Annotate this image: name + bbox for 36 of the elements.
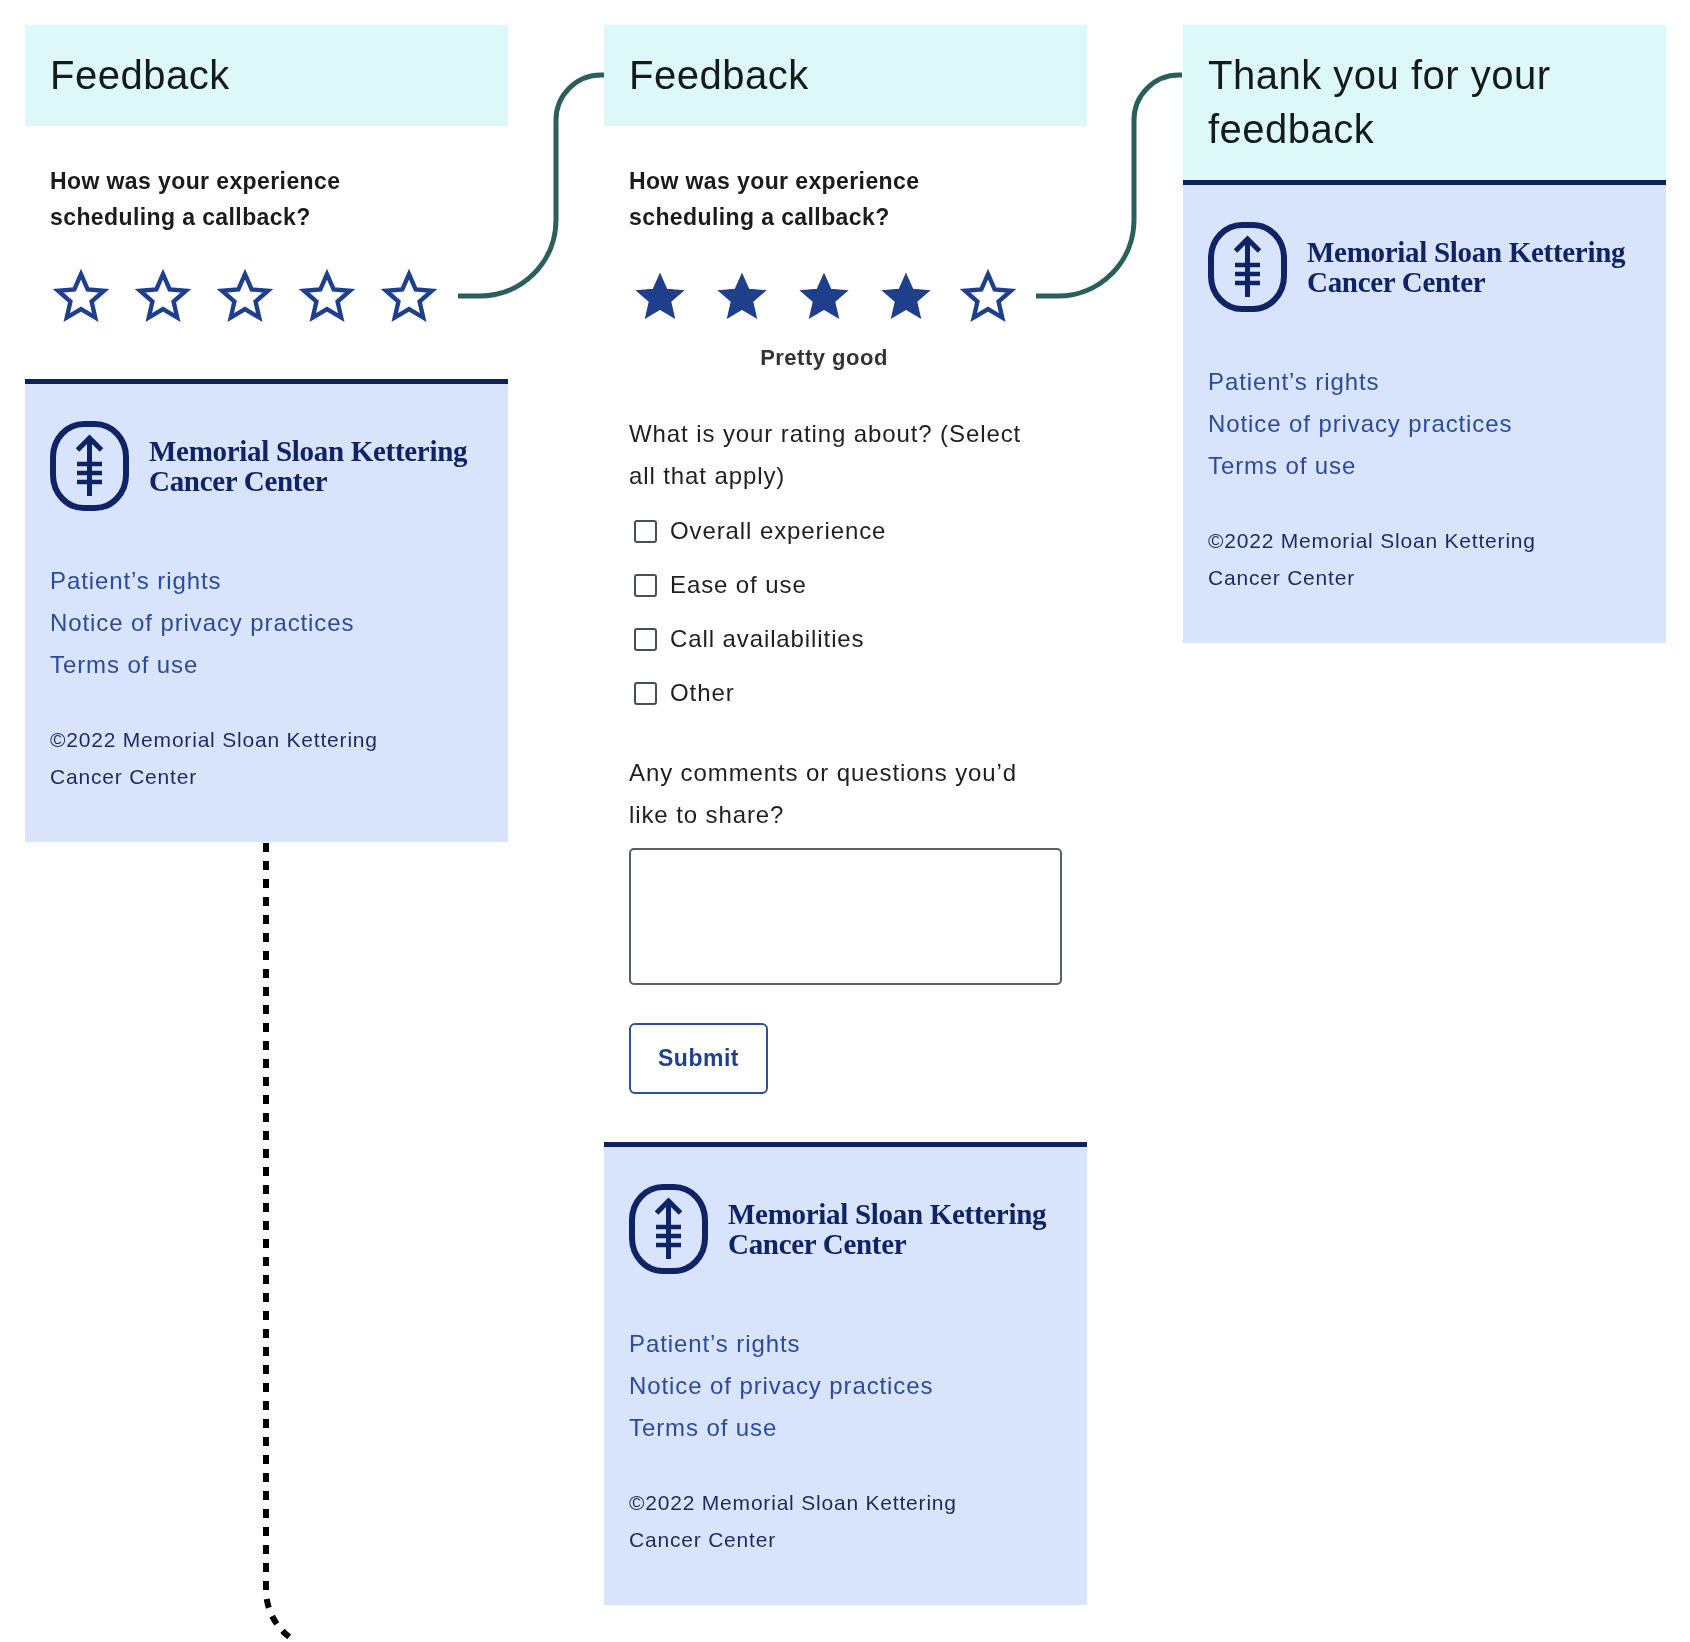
page-title: Feedback xyxy=(629,52,810,99)
footer-link[interactable]: Terms of use xyxy=(629,1407,778,1449)
checkbox[interactable] xyxy=(634,519,657,543)
footer-link[interactable]: Notice of privacy practices xyxy=(629,1365,934,1407)
question-text: How was your experience scheduling a callback? xyxy=(50,167,342,232)
logo-wordmark: Memorial Sloan Kettering Cancer Center xyxy=(728,1199,1048,1259)
checkbox[interactable] xyxy=(634,573,657,597)
question-text: How was your experience scheduling a callback? xyxy=(629,167,921,232)
submit-button[interactable]: Submit xyxy=(629,1023,768,1094)
checkbox[interactable] xyxy=(634,681,657,705)
logo-icon xyxy=(629,1184,708,1274)
rating-caption: Pretty good xyxy=(760,344,888,372)
footer-link[interactable]: Patient’s rights xyxy=(1208,361,1380,403)
checkbox-label[interactable]: Ease of use xyxy=(670,571,807,599)
logo-icon xyxy=(1208,222,1287,312)
footer-link[interactable]: Terms of use xyxy=(1208,445,1357,487)
topics-label: What is your rating about? (Select all that apply) xyxy=(629,419,1023,491)
checkbox-label[interactable]: Overall experience xyxy=(670,517,887,545)
footer-link[interactable]: Patient’s rights xyxy=(629,1323,801,1365)
copyright-text: ©2022 Memorial Sloan Kettering Cancer Center xyxy=(50,727,379,790)
footer-link[interactable]: Patient’s rights xyxy=(50,560,222,602)
comments-label: Any comments or questions you’d like to share? xyxy=(629,758,1019,830)
checkbox-label[interactable]: Other xyxy=(670,679,735,707)
page-title: Thank you for your feedback xyxy=(1208,52,1552,153)
copyright-text: ©2022 Memorial Sloan Kettering Cancer Center xyxy=(629,1490,958,1553)
checkbox[interactable] xyxy=(634,627,657,651)
page-title: Feedback xyxy=(50,52,231,99)
footer-link[interactable]: Terms of use xyxy=(50,644,199,686)
checkbox-label[interactable]: Call availabilities xyxy=(670,625,865,653)
footer-link[interactable]: Notice of privacy practices xyxy=(1208,403,1513,445)
logo-icon xyxy=(50,421,129,511)
logo-wordmark: Memorial Sloan Kettering Cancer Center xyxy=(149,436,469,496)
footer-link[interactable]: Notice of privacy practices xyxy=(50,602,355,644)
logo-wordmark: Memorial Sloan Kettering Cancer Center xyxy=(1307,237,1627,297)
copyright-text: ©2022 Memorial Sloan Kettering Cancer Center xyxy=(1208,528,1537,591)
comments-field[interactable] xyxy=(629,848,1062,985)
